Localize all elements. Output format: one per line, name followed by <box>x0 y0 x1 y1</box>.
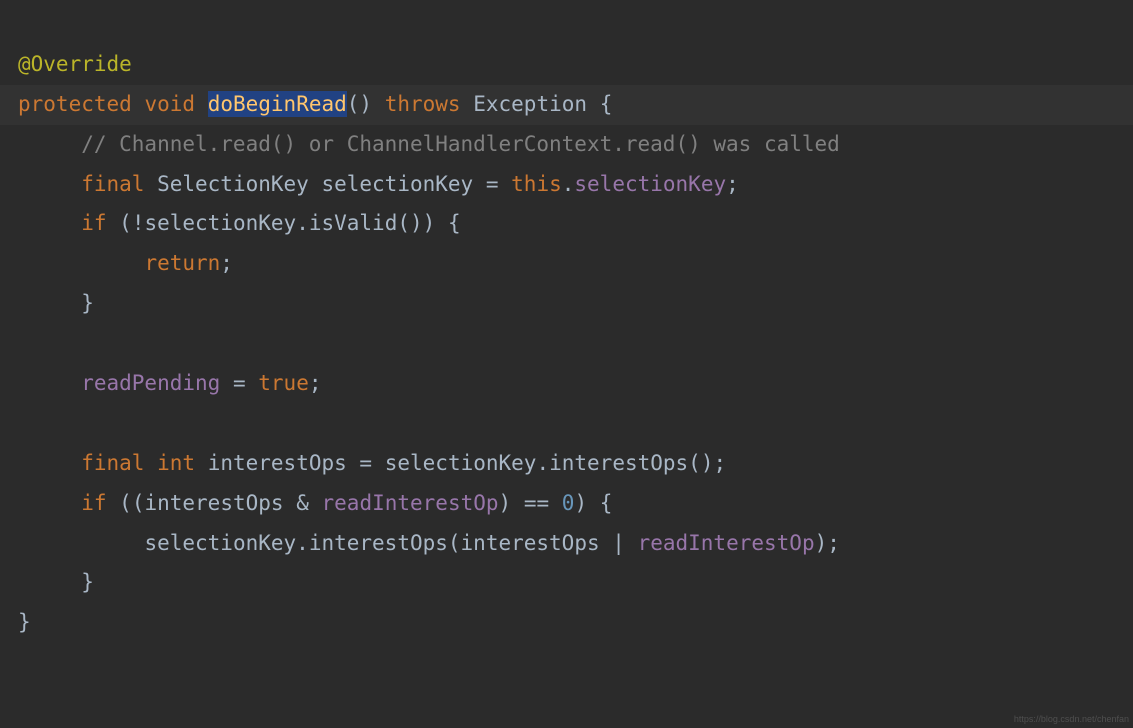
equals-equals: == <box>524 491 549 515</box>
semicolon: ; <box>726 172 739 196</box>
code-line: @Override <box>18 52 132 76</box>
code-line: } <box>18 291 94 315</box>
parentheses: () <box>347 92 372 116</box>
dot: . <box>296 531 309 555</box>
equals: = <box>233 371 246 395</box>
code-line: final int interestOps = selectionKey.int… <box>18 451 726 475</box>
dot: . <box>562 172 575 196</box>
paren-open: (! <box>119 211 144 235</box>
pipe: | <box>612 531 625 555</box>
dot: . <box>536 451 549 475</box>
type: SelectionKey <box>157 172 309 196</box>
brace-open: { <box>448 211 461 235</box>
watermark-text: https://blog.csdn.net/chenfan <box>1014 711 1129 728</box>
brace-open: { <box>600 92 613 116</box>
brace-close: } <box>18 610 31 634</box>
code-line: return; <box>18 251 233 275</box>
field-ref: selectionKey <box>574 172 726 196</box>
dot: . <box>296 211 309 235</box>
method-call: interestOps() <box>549 451 713 475</box>
keyword-final: final <box>81 451 144 475</box>
object: selectionKey <box>385 451 537 475</box>
semicolon: ; <box>827 531 840 555</box>
argument: interestOps <box>461 531 600 555</box>
code-line: // Channel.read() or ChannelHandlerConte… <box>18 132 840 156</box>
keyword-protected: protected <box>18 92 132 116</box>
code-editor[interactable]: @Override protected void doBeginRead() t… <box>0 0 1133 643</box>
field-ref: readInterestOp <box>638 531 815 555</box>
brace-close: } <box>81 291 94 315</box>
keyword-final: final <box>81 172 144 196</box>
code-line: selectionKey.interestOps(interestOps | r… <box>18 531 840 555</box>
code-line-empty <box>18 331 31 355</box>
equals: = <box>486 172 499 196</box>
paren-close: ) <box>815 531 828 555</box>
variable: selectionKey <box>321 172 473 196</box>
code-line-highlighted: protected void doBeginRead() throws Exce… <box>0 85 1133 125</box>
paren-close: ) <box>574 491 587 515</box>
keyword-this: this <box>511 172 562 196</box>
keyword-if: if <box>81 491 106 515</box>
method-declaration[interactable]: doBeginRead <box>208 91 347 117</box>
field-ref: readInterestOp <box>322 491 499 515</box>
semicolon: ; <box>309 371 322 395</box>
semicolon: ; <box>713 451 726 475</box>
variable: selectionKey <box>144 211 296 235</box>
annotation: @Override <box>18 52 132 76</box>
equals: = <box>359 451 372 475</box>
code-line: } <box>18 570 94 594</box>
semicolon: ; <box>220 251 233 275</box>
method-call: isValid()) <box>309 211 435 235</box>
object: selectionKey <box>144 531 296 555</box>
code-line: if (!selectionKey.isValid()) { <box>18 211 461 235</box>
paren-open: (( <box>119 491 144 515</box>
paren-close: ) <box>499 491 512 515</box>
ampersand: & <box>296 491 309 515</box>
brace-open: { <box>600 491 613 515</box>
variable: interestOps <box>144 491 283 515</box>
keyword-int: int <box>157 451 195 475</box>
keyword-void: void <box>144 92 195 116</box>
brace-close: } <box>81 570 94 594</box>
comment: // Channel.read() or ChannelHandlerConte… <box>81 132 840 156</box>
keyword-if: if <box>81 211 106 235</box>
variable: interestOps <box>208 451 347 475</box>
keyword-throws: throws <box>385 92 461 116</box>
field-ref: readPending <box>81 371 220 395</box>
code-line: readPending = true; <box>18 371 322 395</box>
code-line: final SelectionKey selectionKey = this.s… <box>18 172 739 196</box>
code-line: if ((interestOps & readInterestOp) == 0)… <box>18 491 612 515</box>
exception-type: Exception <box>473 92 587 116</box>
method-call: interestOps( <box>309 531 461 555</box>
keyword-true: true <box>258 371 309 395</box>
code-line: } <box>18 610 31 634</box>
keyword-return: return <box>144 251 220 275</box>
number-literal: 0 <box>562 491 575 515</box>
code-line-empty <box>18 411 31 435</box>
